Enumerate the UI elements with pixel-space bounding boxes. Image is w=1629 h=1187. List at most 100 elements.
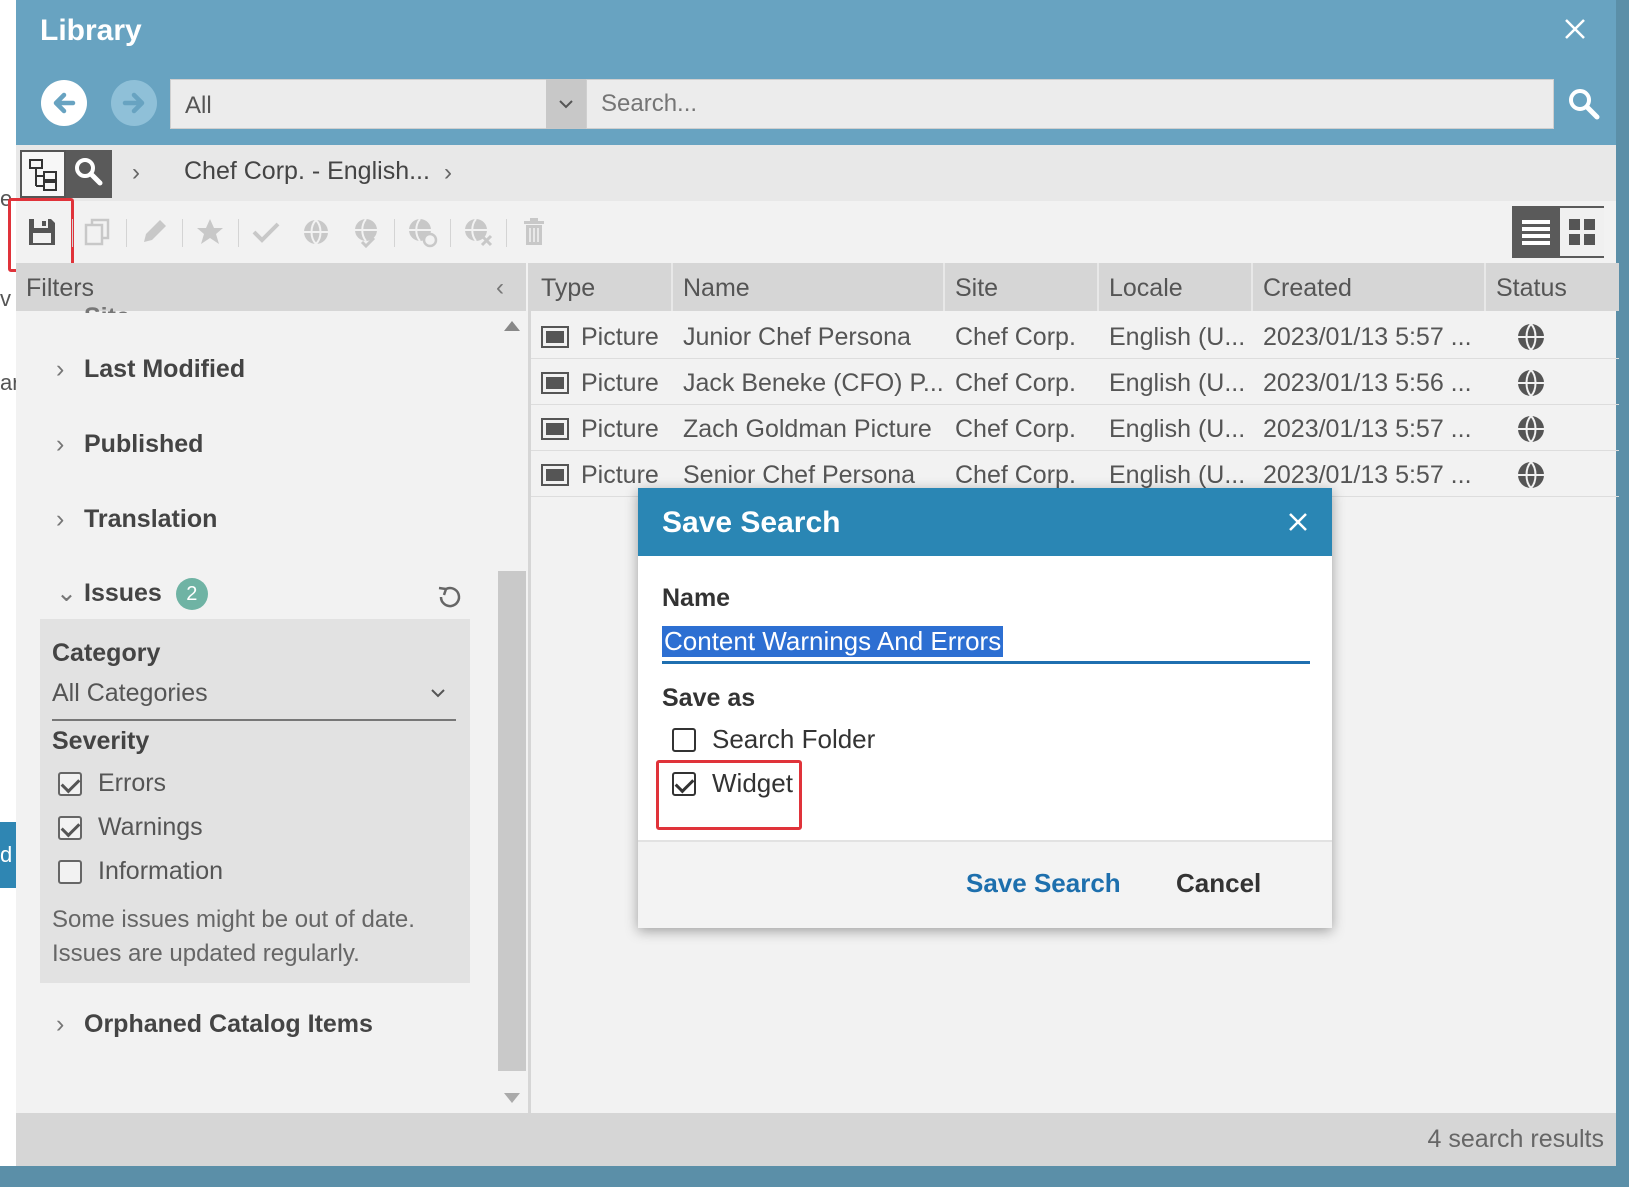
severity-label: Severity — [52, 727, 150, 755]
arrow-right-icon — [122, 92, 145, 114]
result-count: 4 search results — [1427, 1125, 1604, 1153]
globe-sync-icon[interactable] — [406, 216, 438, 248]
issues-note: Some issues might be out of date. Issues… — [52, 906, 415, 967]
breadcrumb-item[interactable]: Chef Corp. - English... — [184, 157, 430, 186]
scope-dropdown-button[interactable] — [546, 79, 586, 129]
search-input[interactable] — [586, 79, 1554, 129]
cell-name: Senior Chef Persona — [683, 461, 916, 489]
filter-orphaned-catalog-items[interactable]: › Orphaned Catalog Items — [56, 1010, 373, 1039]
list-view-button[interactable] — [1514, 208, 1558, 256]
scroll-up-arrow[interactable] — [504, 321, 520, 331]
tree-view-button[interactable] — [20, 150, 66, 198]
issues-count-badge: 2 — [175, 578, 208, 611]
forward-button[interactable] — [111, 80, 157, 126]
cell-created: 2023/01/13 5:56 ... — [1263, 369, 1472, 397]
chevron-down-icon — [431, 689, 445, 698]
star-icon[interactable] — [194, 216, 226, 248]
chevron-right-icon: › — [444, 159, 452, 186]
scope-select[interactable]: All — [170, 79, 550, 129]
issues-filter-box: Category All Categories Severity Errors … — [40, 619, 470, 983]
save-icon[interactable] — [26, 216, 58, 248]
cancel-button[interactable]: Cancel — [1176, 868, 1261, 899]
checkbox[interactable] — [672, 727, 696, 752]
column-header-name[interactable]: Name — [673, 263, 945, 311]
cell-locale: English (U... — [1109, 323, 1246, 351]
category-select[interactable]: All Categories — [52, 679, 456, 721]
toolbar — [8, 198, 1616, 272]
toolbar-divider — [506, 219, 507, 247]
filter-published[interactable]: › Published — [56, 430, 203, 459]
column-header-status[interactable]: Status — [1486, 263, 1619, 311]
column-header-site[interactable]: Site — [945, 263, 1099, 311]
check-icon[interactable] — [250, 216, 282, 248]
filter-translation[interactable]: › Translation — [56, 505, 217, 534]
cell-site: Chef Corp. — [955, 461, 1076, 489]
edit-icon[interactable] — [138, 216, 170, 248]
titlebar: Library All — [16, 0, 1616, 145]
window-title: Library — [40, 14, 142, 47]
close-icon[interactable] — [1284, 508, 1312, 536]
column-header-locale[interactable]: Locale — [1099, 263, 1253, 311]
column-header-created[interactable]: Created — [1253, 263, 1486, 311]
cell-type: Picture — [581, 323, 659, 351]
chevron-down-icon — [559, 100, 573, 109]
table-row[interactable]: Picture Jack Beneke (CFO) P... Chef Corp… — [531, 359, 1619, 405]
checkbox[interactable] — [58, 815, 82, 840]
dialog-footer: Save Search Cancel — [638, 840, 1332, 928]
picture-icon — [541, 326, 569, 348]
reset-icon[interactable] — [434, 582, 464, 612]
filter-issues[interactable]: ⌄ Issues 2 — [56, 578, 208, 611]
checkbox[interactable] — [58, 771, 82, 796]
scroll-down-arrow[interactable] — [504, 1093, 520, 1103]
cell-name: Jack Beneke (CFO) P... — [683, 369, 944, 397]
scroll-thumb[interactable] — [498, 571, 526, 1071]
severity-warnings[interactable]: Warnings — [58, 813, 203, 842]
back-button[interactable] — [41, 80, 87, 126]
save-as-label: Save as — [662, 684, 756, 712]
filter-last-modified[interactable]: › Last Modified — [56, 355, 245, 384]
cell-created: 2023/01/13 5:57 ... — [1263, 461, 1472, 489]
globe-icon — [1518, 461, 1544, 489]
table-row[interactable]: Picture Junior Chef Persona Chef Corp. E… — [531, 313, 1619, 359]
breadcrumb-bar: › Chef Corp. - English... › — [16, 145, 1616, 201]
globe-remove-icon[interactable] — [462, 216, 494, 248]
chevron-left-icon[interactable]: ‹ — [496, 274, 504, 302]
arrow-left-icon — [53, 92, 76, 114]
copy-icon[interactable] — [82, 216, 114, 248]
grid-icon — [1569, 219, 1595, 245]
save-as-search-folder[interactable]: Search Folder — [672, 724, 875, 755]
background-app: e v ar d — [0, 0, 20, 1187]
cell-locale: English (U... — [1109, 461, 1246, 489]
search-view-button[interactable] — [66, 150, 112, 198]
table-row[interactable]: Picture Zach Goldman Picture Chef Corp. … — [531, 405, 1619, 451]
highlight-box — [656, 760, 802, 830]
view-toggle — [1512, 206, 1604, 258]
severity-errors[interactable]: Errors — [58, 769, 166, 798]
cell-created: 2023/01/13 5:57 ... — [1263, 415, 1472, 443]
globe-icon — [1518, 323, 1544, 351]
save-search-button[interactable]: Save Search — [966, 868, 1121, 899]
chevron-right-icon: › — [56, 430, 65, 458]
toolbar-divider — [72, 219, 73, 247]
list-icon — [1522, 220, 1550, 245]
column-header-type[interactable]: Type — [531, 263, 673, 311]
search-icon[interactable] — [1566, 86, 1602, 122]
cell-name: Zach Goldman Picture — [683, 415, 932, 443]
grid-view-button[interactable] — [1560, 208, 1604, 256]
cell-locale: English (U... — [1109, 369, 1246, 397]
filters-scrollbar[interactable] — [496, 311, 526, 1113]
dialog-header: Save Search — [638, 488, 1332, 556]
toolbar-divider — [182, 219, 183, 247]
chevron-right-icon: › — [56, 505, 65, 533]
trash-icon[interactable] — [518, 216, 550, 248]
close-icon[interactable] — [1560, 14, 1590, 44]
severity-information[interactable]: Information — [58, 857, 223, 886]
name-field-value[interactable]: Content Warnings And Errors — [662, 626, 1004, 657]
tree-icon — [29, 159, 57, 191]
name-label: Name — [662, 584, 731, 612]
globe-check-icon[interactable] — [350, 216, 382, 248]
checkbox[interactable] — [58, 859, 82, 884]
cell-type: Picture — [581, 461, 659, 489]
globe-icon[interactable] — [300, 216, 332, 248]
filters-panel: Filters ‹ Site ›Last Modified ›Published… — [16, 263, 526, 1113]
